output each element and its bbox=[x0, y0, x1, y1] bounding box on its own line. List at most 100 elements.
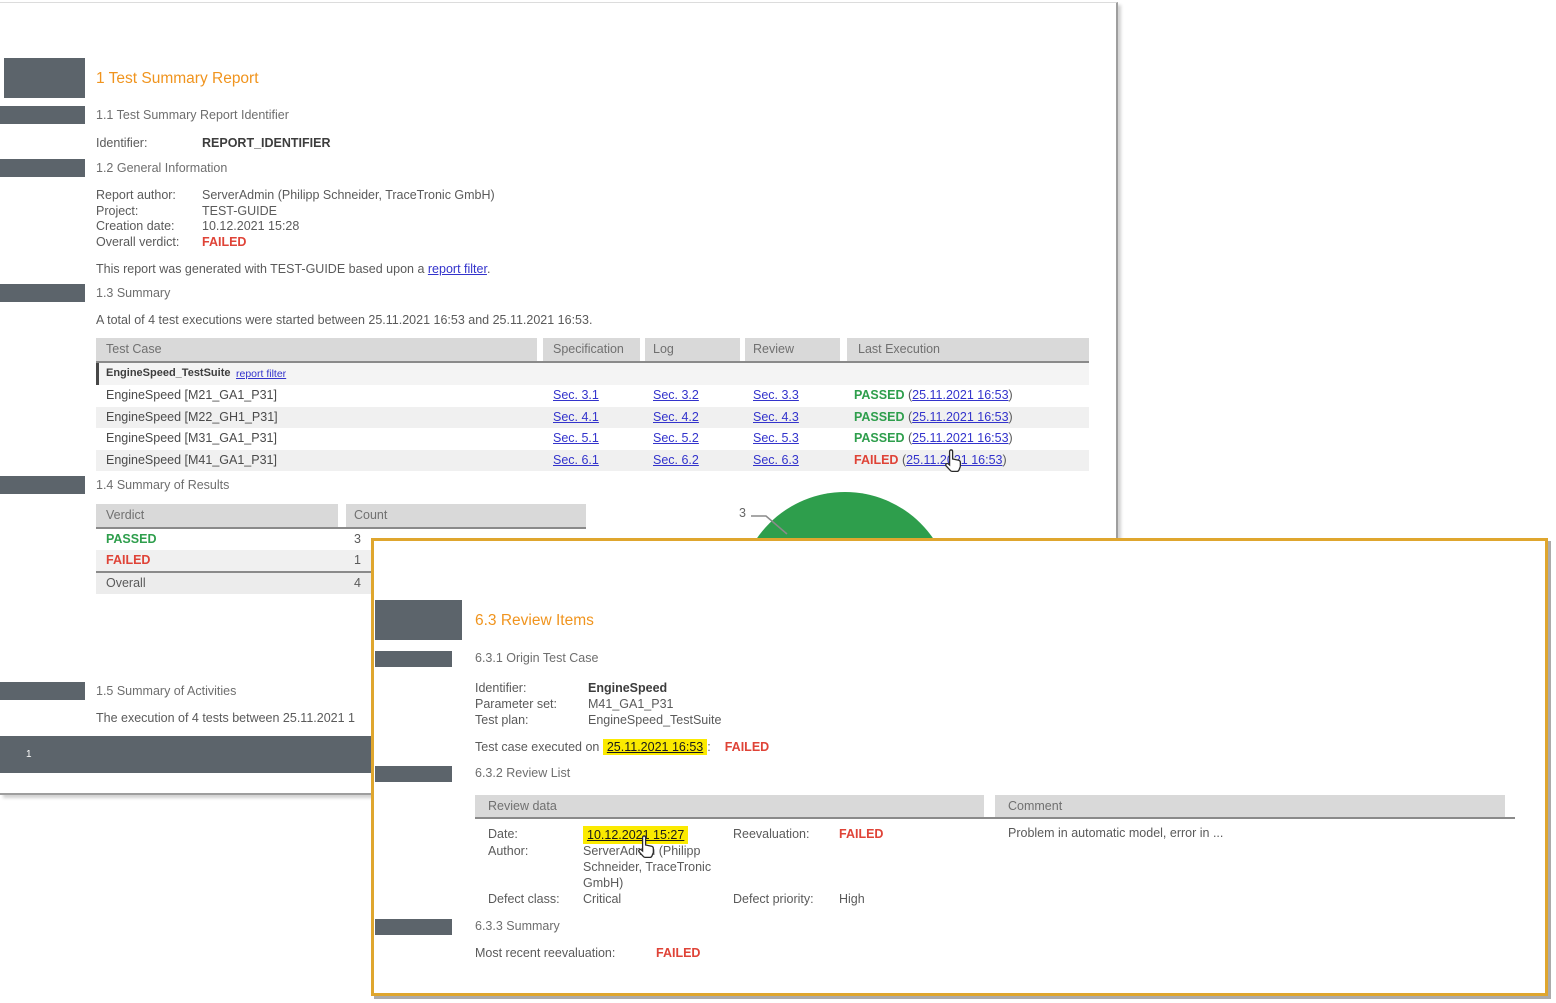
spec-link[interactable]: Sec. 3.1 bbox=[553, 388, 599, 402]
pie-leader-line bbox=[735, 501, 797, 541]
overall-verdict-value: FAILED bbox=[202, 235, 696, 251]
identifier-value: REPORT_IDENTIFIER bbox=[202, 136, 331, 150]
origin-label: Test plan: bbox=[475, 712, 588, 728]
info-value: ServerAdmin (Philipp Schneider, TraceTro… bbox=[202, 188, 696, 204]
info-label: Creation date: bbox=[96, 219, 202, 235]
section-marker-1-2 bbox=[0, 159, 85, 177]
verdict-count: 4 bbox=[354, 576, 361, 590]
overlay-title: 6.3 Review Items bbox=[475, 612, 594, 630]
table-row: EngineSpeed [M22_GH1_P31] Sec. 4.1 Sec. … bbox=[96, 407, 1089, 429]
table-row: EngineSpeed [M21_GA1_P31] Sec. 3.1 Sec. … bbox=[96, 385, 1089, 407]
col-header-review-data: Review data bbox=[475, 795, 984, 817]
executed-verdict: FAILED bbox=[725, 740, 769, 754]
verdict-label: PASSED bbox=[106, 532, 156, 546]
execution-date-link[interactable]: 25.11.2021 16:53 bbox=[912, 431, 1008, 445]
execution-date-link[interactable]: 25.11.2021 16:53 bbox=[912, 388, 1008, 402]
verdict-badge: PASSED bbox=[854, 431, 904, 445]
col-header-last-execution: Last Execution bbox=[847, 338, 1089, 361]
executed-date-link[interactable]: 25.11.2021 16:53 bbox=[603, 739, 707, 755]
section-marker-1-1 bbox=[0, 106, 85, 124]
reevaluation-value: FAILED bbox=[839, 826, 988, 844]
heading-1-5: 1.5 Summary of Activities bbox=[96, 684, 236, 698]
defect-priority-value: High bbox=[839, 891, 988, 907]
paren: ) bbox=[1009, 431, 1013, 445]
executed-line: Test case executed on 25.11.2021 16:53:F… bbox=[475, 739, 769, 755]
spec-link[interactable]: Sec. 6.1 bbox=[553, 453, 599, 467]
review-items-window: 6.3 Review Items 6.3.1 Origin Test Case … bbox=[371, 538, 1548, 996]
table-header-row: Test Case Specification Log Review Last … bbox=[96, 338, 1089, 361]
review-link[interactable]: Sec. 4.3 bbox=[753, 410, 799, 424]
date-label: Date: bbox=[488, 826, 583, 844]
paren: ) bbox=[1009, 388, 1013, 402]
hand-cursor-icon bbox=[634, 834, 660, 862]
section-marker-6-3-1 bbox=[375, 651, 452, 667]
generated-prefix: This report was generated with TEST-GUID… bbox=[96, 262, 428, 276]
review-link[interactable]: Sec. 6.3 bbox=[753, 453, 799, 467]
review-link[interactable]: Sec. 3.3 bbox=[753, 388, 799, 402]
summary-intro: A total of 4 test executions were starte… bbox=[96, 313, 592, 327]
log-link[interactable]: Sec. 3.2 bbox=[653, 388, 699, 402]
defect-priority-label: Defect priority: bbox=[733, 891, 839, 907]
col-header-log: Log bbox=[645, 338, 740, 361]
table-header-row: Verdict Count bbox=[96, 504, 586, 527]
info-label: Report author: bbox=[96, 188, 202, 204]
verdict-badge: PASSED bbox=[854, 388, 904, 402]
heading-1-3: 1.3 Summary bbox=[96, 286, 170, 300]
heading-1-1: 1.1 Test Summary Report Identifier bbox=[96, 108, 289, 122]
verdict-count: 3 bbox=[354, 532, 361, 546]
verdict-badge: FAILED bbox=[854, 453, 898, 467]
comment-text: Problem in automatic model, error in ... bbox=[1008, 826, 1488, 840]
log-link[interactable]: Sec. 5.2 bbox=[653, 431, 699, 445]
spec-link[interactable]: Sec. 5.1 bbox=[553, 431, 599, 445]
col-header-test-case: Test Case bbox=[96, 338, 537, 361]
heading-6-3-2: 6.3.2 Review List bbox=[475, 766, 570, 780]
suite-report-filter-link[interactable]: report filter bbox=[236, 368, 286, 380]
test-case-name: EngineSpeed [M22_GH1_P31] bbox=[106, 410, 278, 424]
spec-link[interactable]: Sec. 4.1 bbox=[553, 410, 599, 424]
heading-1-4: 1.4 Summary of Results bbox=[96, 478, 229, 492]
test-case-name: EngineSpeed [M41_GA1_P31] bbox=[106, 453, 277, 467]
review-link[interactable]: Sec. 5.3 bbox=[753, 431, 799, 445]
col-header-specification: Specification bbox=[543, 338, 640, 361]
execution-date-link[interactable]: 25.11.2021 16:53 bbox=[912, 410, 1008, 424]
defect-class-value: Critical bbox=[583, 891, 733, 907]
info-value: TEST-GUIDE bbox=[202, 204, 696, 220]
review-row: Date: 10.12.2021 15:27 Reevaluation: FAI… bbox=[475, 819, 1505, 939]
col-header-comment: Comment bbox=[995, 795, 1505, 817]
heading-1-2: 1.2 General Information bbox=[96, 161, 227, 175]
page-number: 1 bbox=[26, 749, 32, 760]
reevaluation-label: Reevaluation: bbox=[733, 826, 839, 844]
report-filter-link[interactable]: report filter bbox=[428, 262, 487, 276]
origin-label: Identifier: bbox=[475, 680, 588, 696]
info-value: 10.12.2021 15:28 bbox=[202, 219, 696, 235]
info-label: Overall verdict: bbox=[96, 235, 202, 251]
heading-6-3-1: 6.3.1 Origin Test Case bbox=[475, 651, 598, 665]
most-recent-line: Most recent reevaluation: FAILED bbox=[475, 946, 875, 960]
log-link[interactable]: Sec. 4.2 bbox=[653, 410, 699, 424]
suite-row: EngineSpeed_TestSuite report filter bbox=[96, 363, 1089, 385]
paren: ) bbox=[1009, 410, 1013, 424]
verdict-count: 1 bbox=[354, 553, 361, 567]
author-label: Author: bbox=[488, 843, 583, 891]
identifier-label: Identifier: bbox=[96, 136, 202, 150]
section-marker-1-4 bbox=[0, 476, 85, 494]
origin-test-plan-value: EngineSpeed_TestSuite bbox=[588, 712, 895, 728]
page-title: 1 Test Summary Report bbox=[96, 70, 259, 88]
suite-name: EngineSpeed_TestSuite bbox=[106, 367, 231, 379]
log-link[interactable]: Sec. 6.2 bbox=[653, 453, 699, 467]
heading-6-3-3: 6.3.3 Summary bbox=[475, 919, 560, 933]
origin-identifier-value: EngineSpeed bbox=[588, 680, 895, 696]
verdict-badge: PASSED bbox=[854, 410, 904, 424]
section-marker-6-3-3 bbox=[375, 919, 452, 935]
hand-cursor-icon bbox=[941, 448, 967, 476]
generated-sentence: This report was generated with TEST-GUID… bbox=[96, 262, 490, 276]
origin-parameter-set-value: M41_GA1_P31 bbox=[588, 696, 895, 712]
origin-label: Parameter set: bbox=[475, 696, 588, 712]
origin-test-case-list: Identifier:EngineSpeed Parameter set:M41… bbox=[475, 680, 895, 728]
test-case-name: EngineSpeed [M31_GA1_P31] bbox=[106, 431, 277, 445]
verdict-label: FAILED bbox=[106, 553, 150, 567]
section-marker-h1 bbox=[4, 58, 85, 98]
verdict-label: Overall bbox=[106, 576, 146, 590]
general-info-list: Report author:ServerAdmin (Philipp Schne… bbox=[96, 188, 696, 250]
section-marker-1-5 bbox=[0, 682, 85, 700]
